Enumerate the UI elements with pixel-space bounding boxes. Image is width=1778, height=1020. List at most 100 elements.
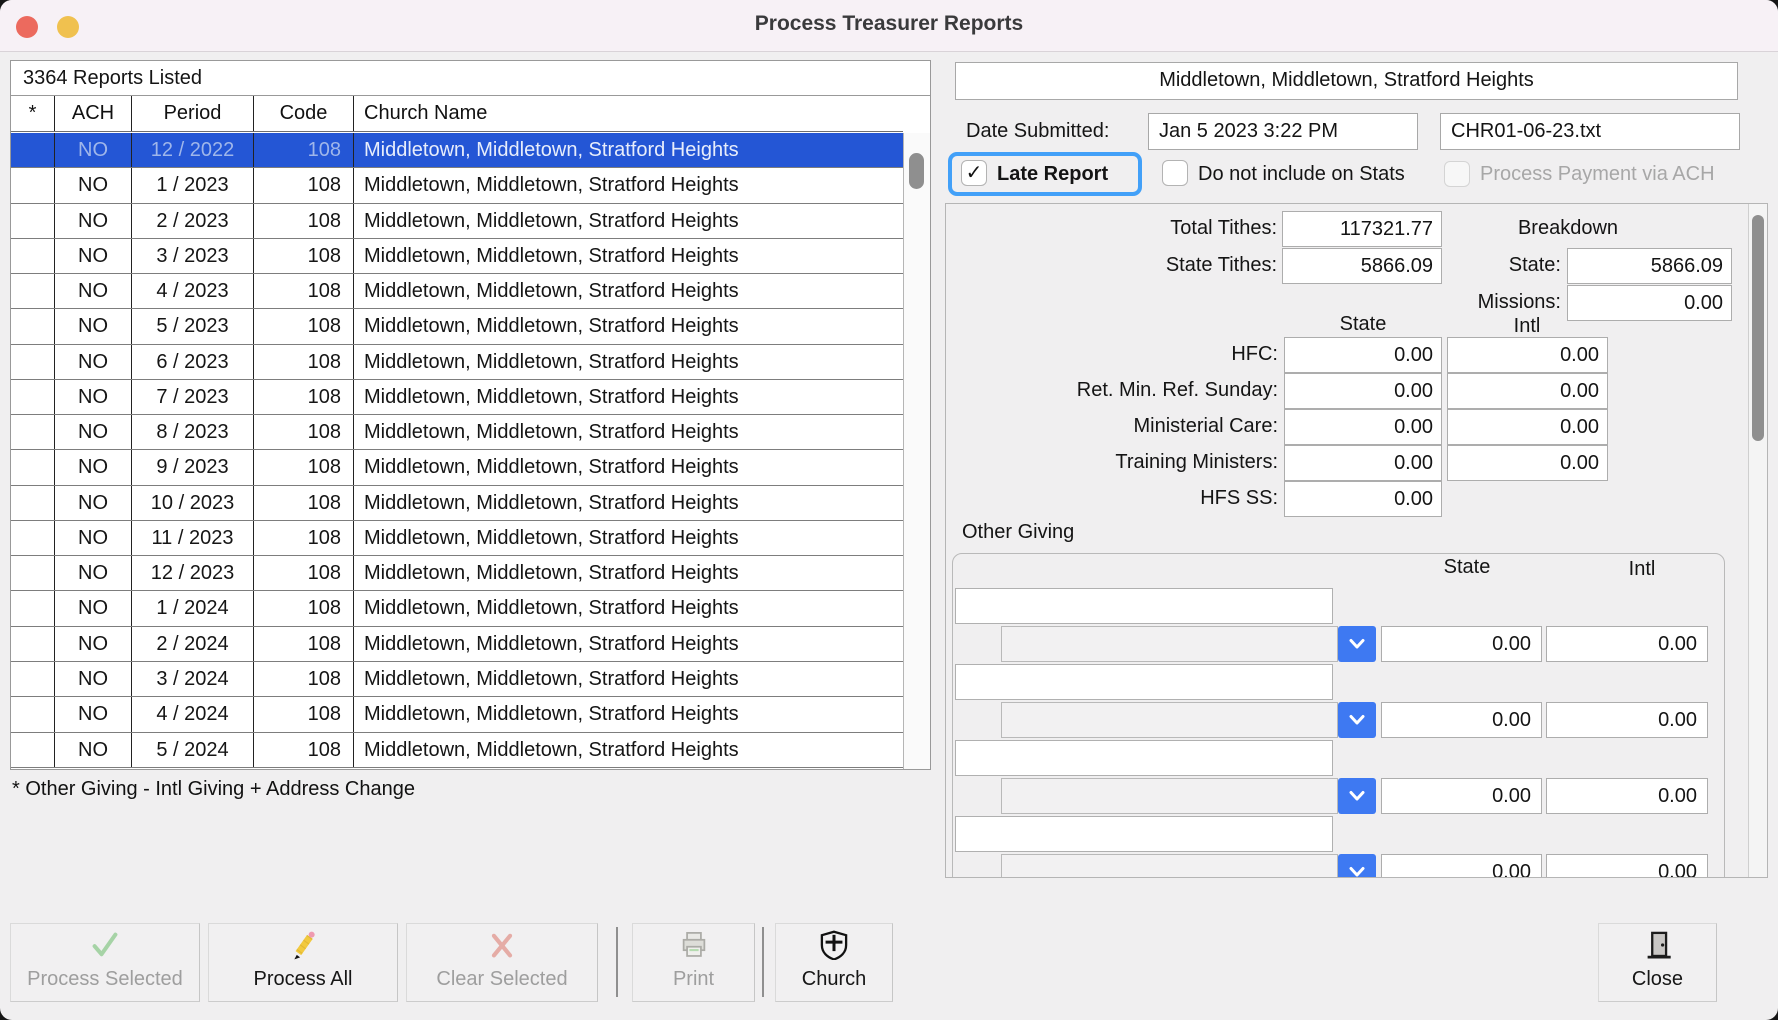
column-header-ach[interactable]: ACH — [54, 96, 131, 131]
table-scrollbar-thumb[interactable] — [909, 153, 924, 189]
cell-church: Middletown, Middletown, Stratford Height… — [353, 591, 903, 625]
close-button[interactable]: Close — [1598, 923, 1717, 1002]
column-header-star[interactable]: * — [11, 96, 54, 131]
table-row[interactable]: NO3 / 2023108Middletown, Middletown, Str… — [11, 239, 903, 274]
table-row[interactable]: NO1 / 2024108Middletown, Middletown, Str… — [11, 591, 903, 626]
table-row[interactable]: NO5 / 2024108Middletown, Middletown, Str… — [11, 733, 903, 768]
no-stats-checkbox[interactable] — [1162, 160, 1188, 186]
detail-scrollbar[interactable] — [1748, 204, 1767, 877]
table-row[interactable]: NO8 / 2023108Middletown, Middletown, Str… — [11, 415, 903, 450]
og-name-input[interactable] — [955, 664, 1333, 700]
table-row[interactable]: NO2 / 2024108Middletown, Middletown, Str… — [11, 627, 903, 662]
table-row[interactable]: NO12 / 2023108Middletown, Middletown, St… — [11, 556, 903, 591]
og-name-input[interactable] — [955, 816, 1333, 852]
table-row[interactable]: NO11 / 2023108Middletown, Middletown, St… — [11, 521, 903, 556]
no-stats-label: Do not include on Stats — [1198, 163, 1405, 186]
og-intl-field[interactable]: 0.00 — [1546, 778, 1708, 814]
table-row[interactable]: NO12 / 2022108Middletown, Middletown, St… — [11, 133, 903, 168]
detail-scrollbar-thumb[interactable] — [1752, 215, 1764, 441]
title-bar: Process Treasurer Reports — [0, 0, 1778, 52]
og-intl-field[interactable]: 0.00 — [1546, 702, 1708, 738]
tithes-intl-field[interactable]: 0.00 — [1447, 409, 1608, 445]
ach-payment-label: Process Payment via ACH — [1480, 163, 1715, 186]
table-row[interactable]: NO1 / 2023108Middletown, Middletown, Str… — [11, 168, 903, 203]
column-header-code[interactable]: Code — [253, 96, 353, 131]
cell-code: 108 — [253, 486, 353, 520]
og-category-combobox[interactable] — [1001, 626, 1338, 662]
date-submitted-field[interactable]: Jan 5 2023 3:22 PM — [1148, 113, 1418, 150]
tithes-state-field[interactable]: 0.00 — [1284, 445, 1442, 481]
print-button[interactable]: Print — [632, 923, 755, 1002]
church-button[interactable]: Church — [775, 923, 893, 1002]
og-state-field[interactable]: 0.00 — [1381, 854, 1542, 878]
toolbar-divider — [762, 927, 764, 997]
clear-selected-button[interactable]: Clear Selected — [406, 923, 598, 1002]
og-name-input[interactable] — [955, 588, 1333, 624]
tithes-state-field[interactable]: 0.00 — [1284, 409, 1442, 445]
column-header-church[interactable]: Church Name — [353, 96, 903, 131]
cell-church: Middletown, Middletown, Stratford Height… — [353, 521, 903, 555]
cell-period: 1 / 2024 — [131, 591, 253, 625]
og-name-input[interactable] — [955, 740, 1333, 776]
og-category-combobox[interactable] — [1001, 778, 1338, 814]
og-state-header: State — [1387, 556, 1547, 579]
og-combobox-button[interactable] — [1338, 854, 1376, 878]
tithes-intl-field[interactable]: 0.00 — [1447, 373, 1608, 409]
cell-code: 108 — [253, 133, 353, 167]
table-row[interactable]: NO7 / 2023108Middletown, Middletown, Str… — [11, 380, 903, 415]
cell-period: 2 / 2024 — [131, 627, 253, 661]
other-giving-title: Other Giving — [962, 521, 1074, 544]
tithes-state-field[interactable]: 0.00 — [1284, 337, 1442, 373]
cell-ach: NO — [54, 204, 131, 238]
tithes-row-label: Ministerial Care: — [972, 415, 1278, 438]
tithes-intl-field[interactable]: 0.00 — [1447, 445, 1608, 481]
cell-star — [11, 204, 54, 238]
cell-church: Middletown, Middletown, Stratford Height… — [353, 627, 903, 661]
cell-ach: NO — [54, 521, 131, 555]
chevron-down-icon — [1348, 638, 1366, 650]
og-intl-field[interactable]: 0.00 — [1546, 626, 1708, 662]
table-row[interactable]: NO9 / 2023108Middletown, Middletown, Str… — [11, 450, 903, 485]
tithes-state-field[interactable]: 0.00 — [1284, 373, 1442, 409]
table-row[interactable]: NO5 / 2023108Middletown, Middletown, Str… — [11, 309, 903, 344]
table-row[interactable]: NO10 / 2023108Middletown, Middletown, St… — [11, 486, 903, 521]
table-row[interactable]: NO3 / 2024108Middletown, Middletown, Str… — [11, 662, 903, 697]
og-state-field[interactable]: 0.00 — [1381, 702, 1542, 738]
og-intl-header: Intl — [1562, 558, 1722, 581]
cell-period: 11 / 2023 — [131, 521, 253, 555]
og-combobox-button[interactable] — [1338, 778, 1376, 814]
tithes-state-field[interactable]: 0.00 — [1284, 481, 1442, 517]
cell-star — [11, 415, 54, 449]
missions-label: Missions: — [1401, 291, 1561, 314]
cell-code: 108 — [253, 168, 353, 202]
cell-code: 108 — [253, 556, 353, 590]
late-report-checkbox[interactable]: ✓ — [961, 160, 987, 186]
table-row[interactable]: NO2 / 2023108Middletown, Middletown, Str… — [11, 204, 903, 239]
table-scrollbar[interactable] — [903, 133, 930, 769]
cell-ach: NO — [54, 662, 131, 696]
table-row[interactable]: NO4 / 2023108Middletown, Middletown, Str… — [11, 274, 903, 309]
cell-church: Middletown, Middletown, Stratford Height… — [353, 274, 903, 308]
breakdown-state-field[interactable]: 5866.09 — [1567, 248, 1732, 284]
og-category-combobox[interactable] — [1001, 702, 1338, 738]
og-category-combobox[interactable] — [1001, 854, 1338, 878]
og-combobox-button[interactable] — [1338, 626, 1376, 662]
file-name-field[interactable]: CHR01-06-23.txt — [1440, 113, 1740, 150]
total-tithes-field[interactable]: 117321.77 — [1282, 211, 1442, 247]
cell-star — [11, 450, 54, 484]
process-selected-button[interactable]: Process Selected — [10, 923, 200, 1002]
og-combobox-button[interactable] — [1338, 702, 1376, 738]
process-all-button[interactable]: Process All — [208, 923, 398, 1002]
table-row[interactable]: NO6 / 2023108Middletown, Middletown, Str… — [11, 345, 903, 380]
og-state-field[interactable]: 0.00 — [1381, 778, 1542, 814]
cell-church: Middletown, Middletown, Stratford Height… — [353, 168, 903, 202]
cell-period: 8 / 2023 — [131, 415, 253, 449]
column-header-period[interactable]: Period — [131, 96, 253, 131]
og-state-field[interactable]: 0.00 — [1381, 626, 1542, 662]
og-intl-field[interactable]: 0.00 — [1546, 854, 1708, 878]
tithes-intl-field[interactable]: 0.00 — [1447, 337, 1608, 373]
cell-code: 108 — [253, 662, 353, 696]
church-name-display: Middletown, Middletown, Stratford Height… — [955, 62, 1738, 100]
cell-code: 108 — [253, 309, 353, 343]
table-row[interactable]: NO4 / 2024108Middletown, Middletown, Str… — [11, 697, 903, 732]
